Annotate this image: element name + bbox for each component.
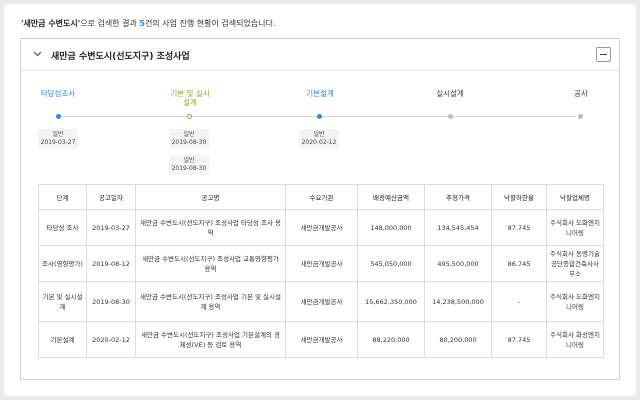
step-dot-basic-detailed-design <box>187 114 192 119</box>
notice-date: 2019-08-30 <box>171 165 207 172</box>
summary-text-1: 으로 검색한 결과 <box>80 19 140 28</box>
header-estimate: 추정가격 <box>424 184 492 210</box>
header-budget: 배정예산금액 <box>357 184 425 210</box>
table-row[interactable]: 타당성 조사 2019-03-27 새만금 수변도시(선도지구) 조성사업 타당… <box>38 209 604 246</box>
search-summary: '새만금 수변도시'으로 검색한 결과 5건의 사업 진행 현황이 검색되었습니… <box>21 18 275 29</box>
cell-agency: 새만금개발공사 <box>285 209 358 246</box>
notice-date: 2019-08-30 <box>171 139 207 146</box>
cell-budget: 148,000,000 <box>357 209 425 246</box>
search-keyword: '새만금 수변도시' <box>21 19 81 28</box>
table-row[interactable]: 기본 및 실시설계 2019-08-30 새만금 수변도시(선도지구) 조성사업… <box>38 281 604 322</box>
cell-stage: 기본설계 <box>38 321 87 358</box>
cell-agency: 새만금개발공사 <box>285 281 358 322</box>
cell-notice-name[interactable]: 새만금 수변도시(선도지구) 조성사업 타당성 조사 용역 <box>135 209 286 246</box>
cell-rate: 87.745 <box>491 209 547 246</box>
summary-text-2: 건의 사업 진행 현황이 검색되었습니다. <box>144 19 276 28</box>
notice-type: 일반 <box>313 131 325 138</box>
date-box[interactable]: 일반 2019-08-30 <box>169 129 209 149</box>
cell-company: 주식회사 도화엔지니어링 <box>546 209 604 246</box>
cell-rate: 87.745 <box>491 321 547 358</box>
panel-title: 새만금 수변도시(선도지구) 조성사업 <box>51 52 190 62</box>
table-row[interactable]: 조사(영향평가) 2019-08-12 새만금 수변도시(선도지구) 조성사업 … <box>38 245 604 282</box>
header-agency: 수요기관 <box>285 184 358 210</box>
step-label-line1: 기본 및 실시 <box>170 89 210 98</box>
cell-agency: 새만금개발공사 <box>285 321 358 358</box>
cell-date: 2019-03-27 <box>86 209 136 246</box>
step-label-basic-design: 기본설계 <box>306 89 334 98</box>
cell-agency: 새만금개발공사 <box>285 245 358 282</box>
cell-stage: 타당성 조사 <box>38 209 87 246</box>
cell-notice-name[interactable]: 새만금 수변도시(선도지구) 조성사업 기본설계의 경제성(VE) 등 검토 용… <box>135 321 286 358</box>
cell-date: 2020-02-12 <box>86 321 136 358</box>
collapse-button[interactable] <box>596 47 611 62</box>
chevron-down-icon[interactable] <box>32 48 43 59</box>
notice-date: 2020-02-12 <box>301 139 337 146</box>
table-row[interactable]: 기본설계 2020-02-12 새만금 수변도시(선도지구) 조성사업 기본설계… <box>38 321 604 358</box>
cell-company: 주식회사 동명기술공단종합건축사사무소 <box>546 245 604 282</box>
cell-budget: 545,050,000 <box>357 245 425 282</box>
step-dot-basic-design <box>317 114 322 119</box>
date-box[interactable]: 일반 2019-08-30 <box>169 155 209 175</box>
notice-type: 일반 <box>52 131 64 138</box>
header-date: 공고일자 <box>86 184 136 210</box>
cell-estimate: 134,545,454 <box>424 209 492 246</box>
cell-estimate: 80,200,000 <box>424 321 492 358</box>
step-label-line2: 설계 <box>183 98 197 107</box>
table-header-row: 단계 공고일자 공고명 수요기관 배정예산금액 추정가격 낙찰하한율 낙찰업체명 <box>38 184 604 210</box>
cell-date: 2019-08-12 <box>86 245 136 282</box>
notice-type: 일반 <box>183 131 195 138</box>
step-label-detailed-design: 실시설계 <box>436 89 464 98</box>
results-table: 단계 공고일자 공고명 수요기관 배정예산금액 추정가격 낙찰하한율 낙찰업체명… <box>38 184 604 358</box>
cell-company: 주식회사 도화엔지니어링 <box>546 281 604 322</box>
step-label-feasibility: 타당성조사 <box>40 89 76 98</box>
cell-stage: 조사(영향평가) <box>38 245 87 282</box>
date-box[interactable]: 일반 2019-03-27 <box>38 129 78 149</box>
step-dot-construction <box>578 114 583 119</box>
cell-stage: 기본 및 실시설계 <box>38 281 87 322</box>
step-dot-detailed-design <box>448 114 453 119</box>
step-label-construction: 공사 <box>574 89 588 98</box>
cell-estimate: 495,500,000 <box>424 245 492 282</box>
panel-header[interactable]: 새만금 수변도시(선도지구) 조성사업 <box>21 39 619 71</box>
header-stage: 단계 <box>38 184 87 210</box>
cell-budget: 15,662,350,000 <box>357 281 425 322</box>
cell-rate: - <box>491 281 547 322</box>
cell-company: 주식회사 화성엔지니어링 <box>546 321 604 358</box>
cell-notice-name[interactable]: 새만금 수변도시(선도지구) 조성사업 교통영향평가 용역 <box>135 245 286 282</box>
notice-type: 일반 <box>183 157 195 164</box>
cell-budget: 88,220,000 <box>357 321 425 358</box>
step-label-basic-detailed-design: 기본 및 실시 설계 <box>150 89 230 107</box>
cell-notice-name[interactable]: 새만금 수변도시(선도지구) 조성사업 기본 및 실시설계 용역 <box>135 281 286 322</box>
header-rate: 낙찰하한율 <box>491 184 547 210</box>
cell-estimate: 14,238,500,000 <box>424 281 492 322</box>
cell-rate: 86.745 <box>491 245 547 282</box>
cell-date: 2019-08-30 <box>86 281 136 322</box>
header-company: 낙찰업체명 <box>546 184 604 210</box>
date-box[interactable]: 일반 2020-02-12 <box>299 129 339 149</box>
header-notice-name: 공고명 <box>135 184 286 210</box>
notice-date: 2019-03-27 <box>40 139 76 146</box>
step-dot-feasibility <box>56 114 61 119</box>
